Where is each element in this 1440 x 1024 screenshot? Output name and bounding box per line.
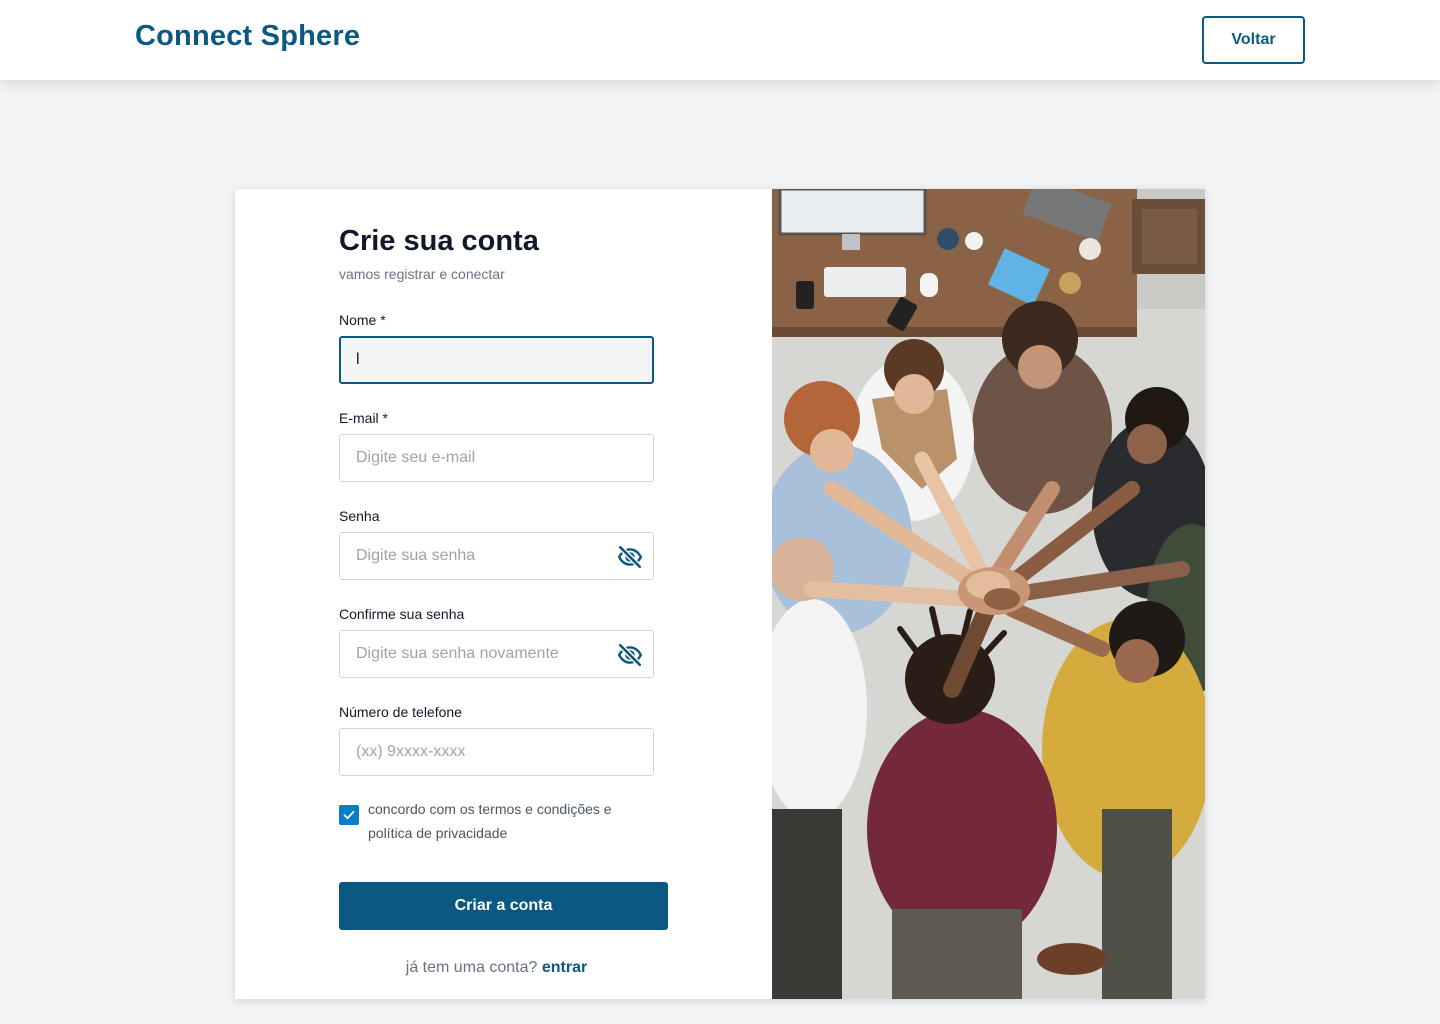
login-prompt: já tem uma conta? entrar (339, 959, 654, 977)
team-photo-image (772, 189, 1205, 999)
login-link[interactable]: entrar (542, 959, 587, 976)
terms-label: concordo com os termos e condições e pol… (368, 801, 612, 841)
password-field[interactable] (339, 532, 654, 580)
login-prompt-text: já tem uma conta? (405, 959, 538, 976)
email-input[interactable] (356, 449, 637, 467)
form-subtitle: vamos registrar e conectar (339, 266, 505, 282)
create-account-button[interactable]: Criar a conta (339, 882, 668, 930)
check-icon (343, 810, 355, 820)
confirm-password-input[interactable] (356, 645, 637, 663)
signup-card: Crie sua conta vamos registrar e conecta… (235, 189, 1205, 999)
email-label: E-mail * (339, 410, 389, 426)
confirm-password-field[interactable] (339, 630, 654, 678)
name-input[interactable] (356, 351, 637, 369)
brand-logo[interactable]: Connect Sphere (135, 20, 360, 53)
terms-checkbox[interactable] (339, 805, 359, 825)
email-field[interactable] (339, 434, 654, 482)
team-hands-photo (772, 189, 1205, 999)
eye-off-icon[interactable] (617, 544, 643, 570)
form-title: Crie sua conta (339, 225, 539, 257)
confirm-password-label: Confirme sua senha (339, 606, 465, 622)
name-field[interactable] (339, 336, 654, 384)
password-label: Senha (339, 508, 380, 524)
back-button[interactable]: Voltar (1202, 16, 1305, 64)
eye-off-icon[interactable] (617, 642, 643, 668)
phone-label: Número de telefone (339, 704, 462, 720)
phone-input[interactable] (356, 743, 637, 761)
name-label: Nome * (339, 312, 386, 328)
top-navbar: Connect Sphere Voltar (0, 0, 1440, 80)
signup-form: Crie sua conta vamos registrar e conecta… (339, 189, 679, 999)
password-input[interactable] (356, 547, 637, 565)
phone-field[interactable] (339, 728, 654, 776)
